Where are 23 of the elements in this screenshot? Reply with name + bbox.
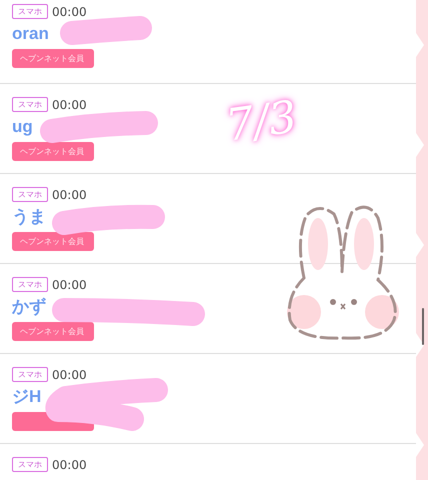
time-text: 00:00 — [52, 368, 87, 382]
time-text: 00:00 — [52, 458, 87, 472]
device-tag: スマホ — [12, 367, 48, 382]
user-name: かず — [12, 297, 46, 317]
time-text: 00:00 — [52, 278, 87, 292]
scroll-thumb[interactable] — [422, 308, 424, 345]
device-tag: スマホ — [12, 4, 48, 19]
time-text: 00:00 — [52, 98, 87, 112]
member-badge: ヘブンネット会員 — [12, 232, 94, 251]
device-tag: スマホ — [12, 97, 48, 112]
member-badge: ヘブンネット会員 — [12, 142, 94, 161]
user-name: ジH — [12, 387, 42, 407]
member-badge: ヘブンネット会員 — [12, 322, 94, 341]
device-tag: スマホ — [12, 457, 48, 472]
user-name: うま — [12, 207, 46, 227]
user-name: oran — [12, 24, 49, 44]
handwritten-date: 7/3 — [223, 95, 300, 149]
device-tag: スマホ — [12, 277, 48, 292]
user-name: ug — [12, 117, 33, 137]
time-text: 00:00 — [52, 4, 87, 18]
member-badge: ヘブンネット会員 — [12, 49, 94, 68]
device-tag: スマホ — [12, 187, 48, 202]
time-text: 00:00 — [52, 188, 87, 202]
